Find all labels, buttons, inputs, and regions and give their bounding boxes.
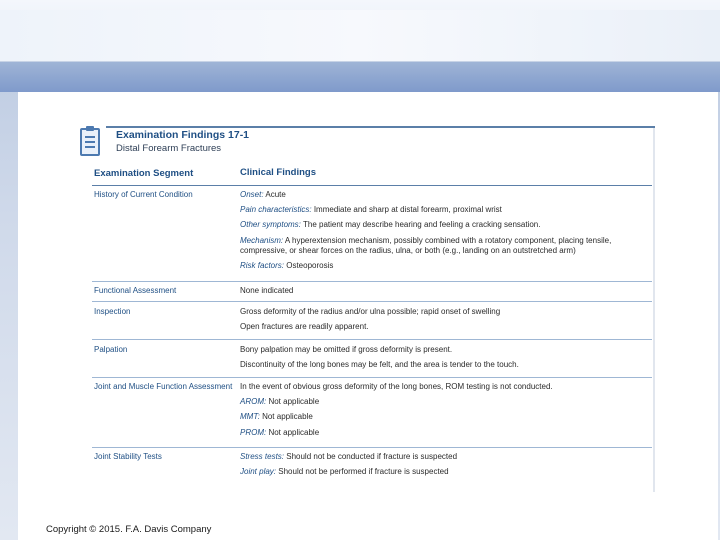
finding-text: Bony palpation may be omitted if gross d… xyxy=(240,345,453,354)
finding-line: Gross deformity of the radius and/or uln… xyxy=(240,307,652,317)
findings-table: Examination Segment Clinical Findings Hi… xyxy=(92,162,652,484)
table-row: Functional Assessment None indicated xyxy=(92,282,652,302)
finding-line: Joint play: Should not be performed if f… xyxy=(240,467,652,477)
findings-cell: Stress tests: Should not be conducted if… xyxy=(240,452,652,484)
finding-text: In the event of obvious gross deformity … xyxy=(240,382,553,391)
finding-label: MMT: xyxy=(240,412,260,422)
finding-line: Other symptoms: The patient may describe… xyxy=(240,220,652,230)
table-row: Joint and Muscle Function Assessment In t… xyxy=(92,378,652,448)
finding-label: Other symptoms: xyxy=(240,220,301,230)
findings-cell: None indicated xyxy=(240,286,652,301)
finding-label: Onset: xyxy=(240,190,264,199)
document-subtitle: Distal Forearm Fractures xyxy=(116,143,222,154)
finding-line: None indicated xyxy=(240,286,652,296)
column-header-segment: Examination Segment xyxy=(94,167,194,179)
slide-header-band xyxy=(0,0,720,92)
finding-text: Not applicable xyxy=(259,412,313,422)
segment-cell: Joint Stability Tests xyxy=(94,452,162,461)
clipboard-icon xyxy=(80,126,100,156)
finding-text: Should not be performed if fracture is s… xyxy=(276,467,449,477)
table-header-row: Examination Segment Clinical Findings xyxy=(92,162,652,186)
segment-cell: Inspection xyxy=(94,307,131,316)
findings-cell: Bony palpation may be omitted if gross d… xyxy=(240,345,652,377)
segment-cell: Palpation xyxy=(94,345,128,354)
finding-line: Mechanism: A hyperextension mechanism, p… xyxy=(240,236,652,256)
column-header-findings: Clinical Findings xyxy=(240,167,317,179)
finding-line: Risk factors: Osteoporosis xyxy=(240,261,652,271)
finding-text: Acute xyxy=(263,190,286,199)
header-rule xyxy=(106,126,655,128)
finding-line: Bony palpation may be omitted if gross d… xyxy=(240,345,652,355)
finding-label: Stress tests: xyxy=(240,452,285,461)
slide-header-panel xyxy=(0,10,720,62)
table-row: Inspection Gross deformity of the radius … xyxy=(92,302,652,340)
findings-cell: Onset: Acute Pain characteristics: Immedi… xyxy=(240,190,652,281)
segment-cell: History of Current Condition xyxy=(94,190,193,199)
finding-line: PROM: Not applicable xyxy=(240,428,652,438)
finding-line: AROM: Not applicable xyxy=(240,397,652,407)
finding-label: Joint play: xyxy=(240,467,277,477)
finding-line: MMT: Not applicable xyxy=(240,412,652,422)
finding-text: Not applicable xyxy=(266,427,320,437)
document-title: Examination Findings 17-1 xyxy=(116,129,250,141)
finding-label: Risk factors: xyxy=(240,261,285,271)
finding-text: Open fractures are readily apparent. xyxy=(240,322,369,332)
finding-text: Should not be conducted if fracture is s… xyxy=(284,452,458,461)
finding-text: Discontinuity of the long bones may be f… xyxy=(240,360,519,370)
finding-line: Pain characteristics: Immediate and shar… xyxy=(240,205,652,215)
exam-findings-document: Examination Findings 17-1 Distal Forearm… xyxy=(78,126,655,492)
finding-text: Immediate and sharp at distal forearm, p… xyxy=(311,205,502,215)
finding-label: PROM: xyxy=(240,427,267,437)
finding-text: Gross deformity of the radius and/or uln… xyxy=(240,307,501,316)
finding-text: None indicated xyxy=(240,286,294,295)
findings-cell: In the event of obvious gross deformity … xyxy=(240,382,652,447)
table-row: Palpation Bony palpation may be omitted i… xyxy=(92,340,652,378)
findings-cell: Gross deformity of the radius and/or uln… xyxy=(240,307,652,339)
finding-label: AROM: xyxy=(240,397,267,407)
finding-line: Stress tests: Should not be conducted if… xyxy=(240,452,652,462)
copyright-notice: Copyright © 2015. F.A. Davis Company xyxy=(46,524,212,535)
slide-header-stripe xyxy=(0,62,720,92)
finding-text: Not applicable xyxy=(266,397,320,407)
finding-line: Onset: Acute xyxy=(240,190,652,200)
finding-text: A hyperextension mechanism, possibly com… xyxy=(240,235,612,255)
finding-line: Open fractures are readily apparent. xyxy=(240,322,652,332)
table-row: Joint Stability Tests Stress tests: Shoul… xyxy=(92,448,652,484)
document-header: Examination Findings 17-1 Distal Forearm… xyxy=(78,126,655,158)
segment-cell: Functional Assessment xyxy=(94,286,177,295)
segment-cell: Joint and Muscle Function Assessment xyxy=(94,382,233,391)
table-body: History of Current Condition Onset: Acute… xyxy=(92,186,652,484)
finding-text: Osteoporosis xyxy=(284,261,334,271)
table-row: History of Current Condition Onset: Acute… xyxy=(92,186,652,282)
finding-text: The patient may describe hearing and fee… xyxy=(300,220,541,230)
finding-line: Discontinuity of the long bones may be f… xyxy=(240,360,652,370)
finding-label: Pain characteristics: xyxy=(240,205,312,215)
finding-label: Mechanism: xyxy=(240,235,284,245)
finding-line: In the event of obvious gross deformity … xyxy=(240,382,652,392)
